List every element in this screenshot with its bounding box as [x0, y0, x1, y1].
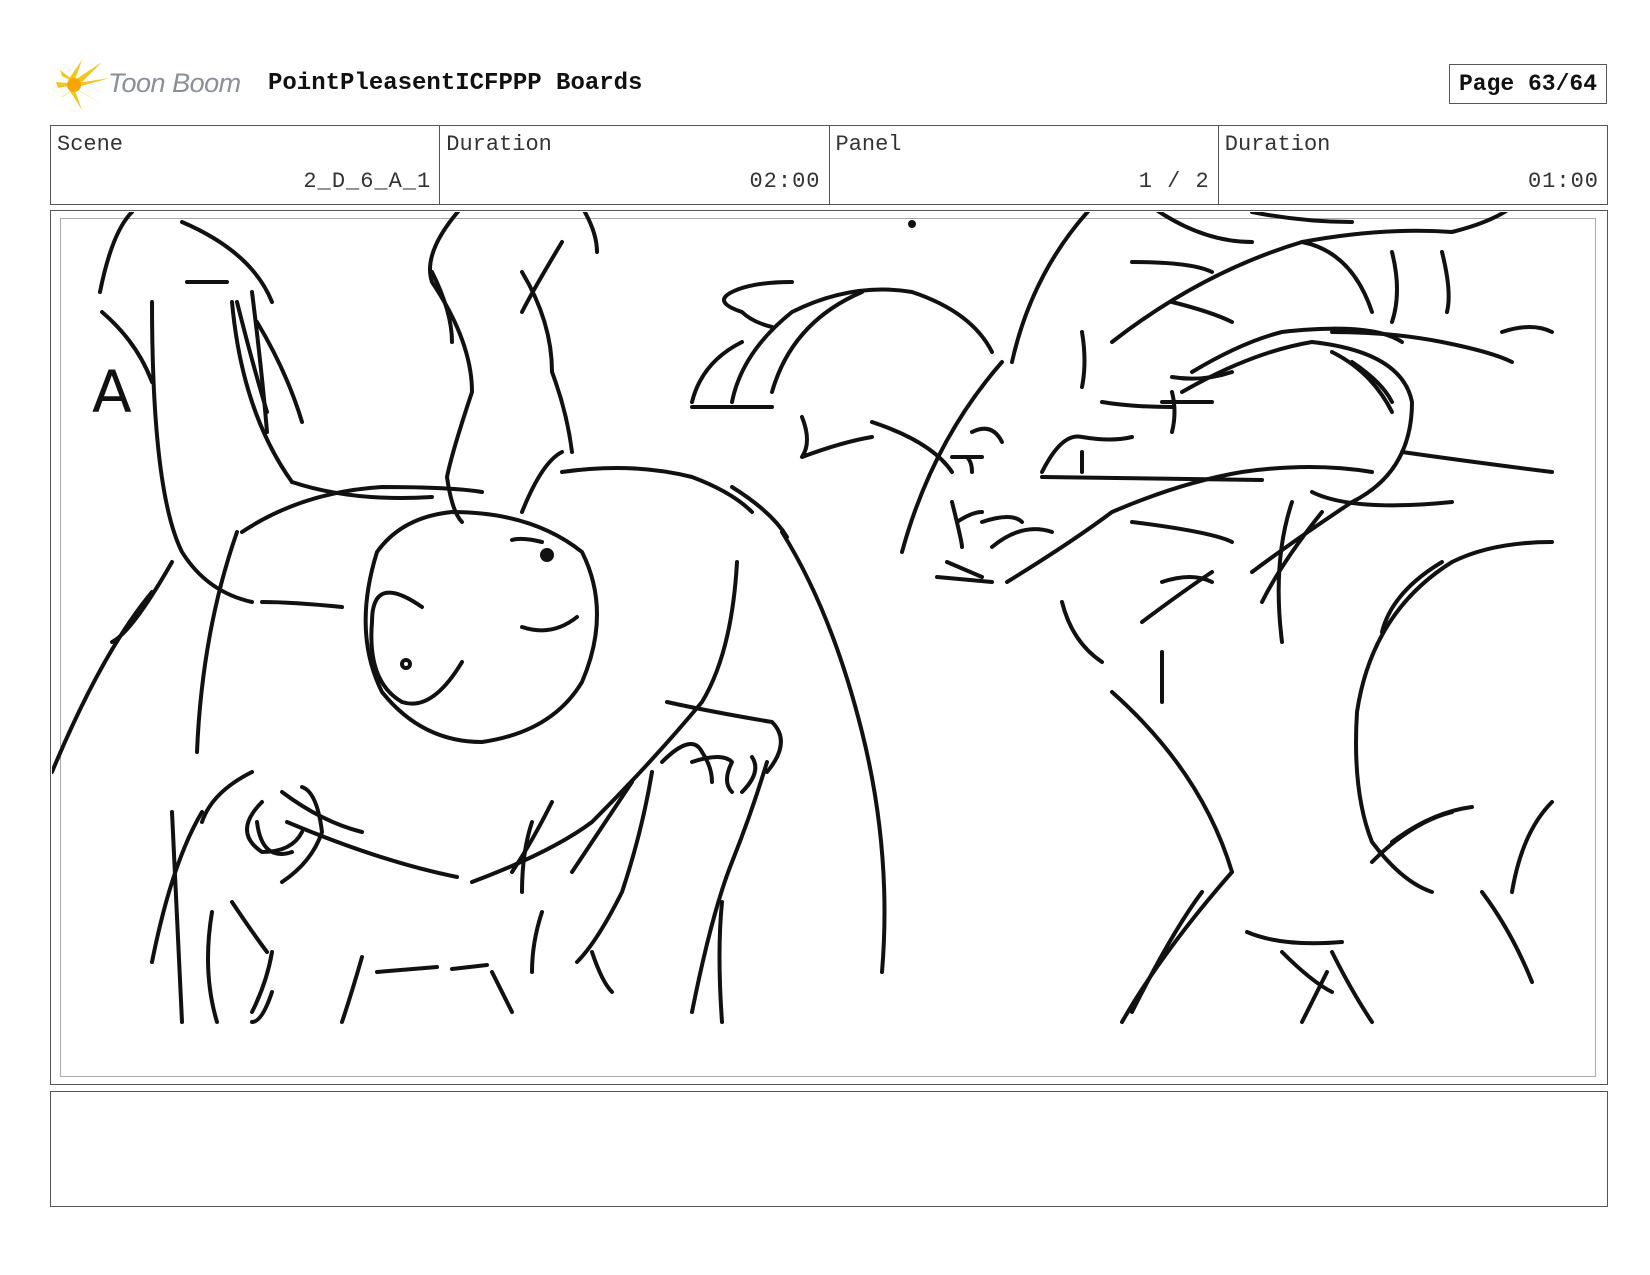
scene-info-table: Scene 2_D_6_A_1 Duration 02:00 Panel 1 /…	[50, 125, 1608, 205]
sketch-letter: A	[92, 358, 132, 426]
panel-notes-box	[50, 1091, 1608, 1207]
panel-cell: Panel 1 / 2	[830, 126, 1219, 204]
panel-duration-value: 01:00	[1527, 169, 1599, 194]
board-title: PointPleasentICFPPP Boards	[268, 70, 643, 97]
panel-label: Panel	[835, 132, 902, 157]
page-number: Page 63/64	[1449, 64, 1607, 104]
panel-value: 1 / 2	[1138, 169, 1210, 194]
sketch-drawing: A	[52, 212, 1554, 1024]
panel-duration-cell: Duration 01:00	[1219, 126, 1607, 204]
panel-duration-label: Duration	[1224, 132, 1331, 157]
starburst-icon	[56, 60, 110, 110]
scene-duration-cell: Duration 02:00	[440, 126, 830, 204]
toon-boom-logo: Toon Boom	[52, 58, 252, 112]
scene-label: Scene	[57, 132, 124, 157]
scene-value: 2_D_6_A_1	[303, 169, 432, 194]
logo-text: Toon Boom	[108, 68, 241, 98]
scene-cell: Scene 2_D_6_A_1	[51, 126, 441, 204]
scene-duration-value: 02:00	[749, 169, 821, 194]
scene-duration-label: Duration	[446, 132, 552, 157]
